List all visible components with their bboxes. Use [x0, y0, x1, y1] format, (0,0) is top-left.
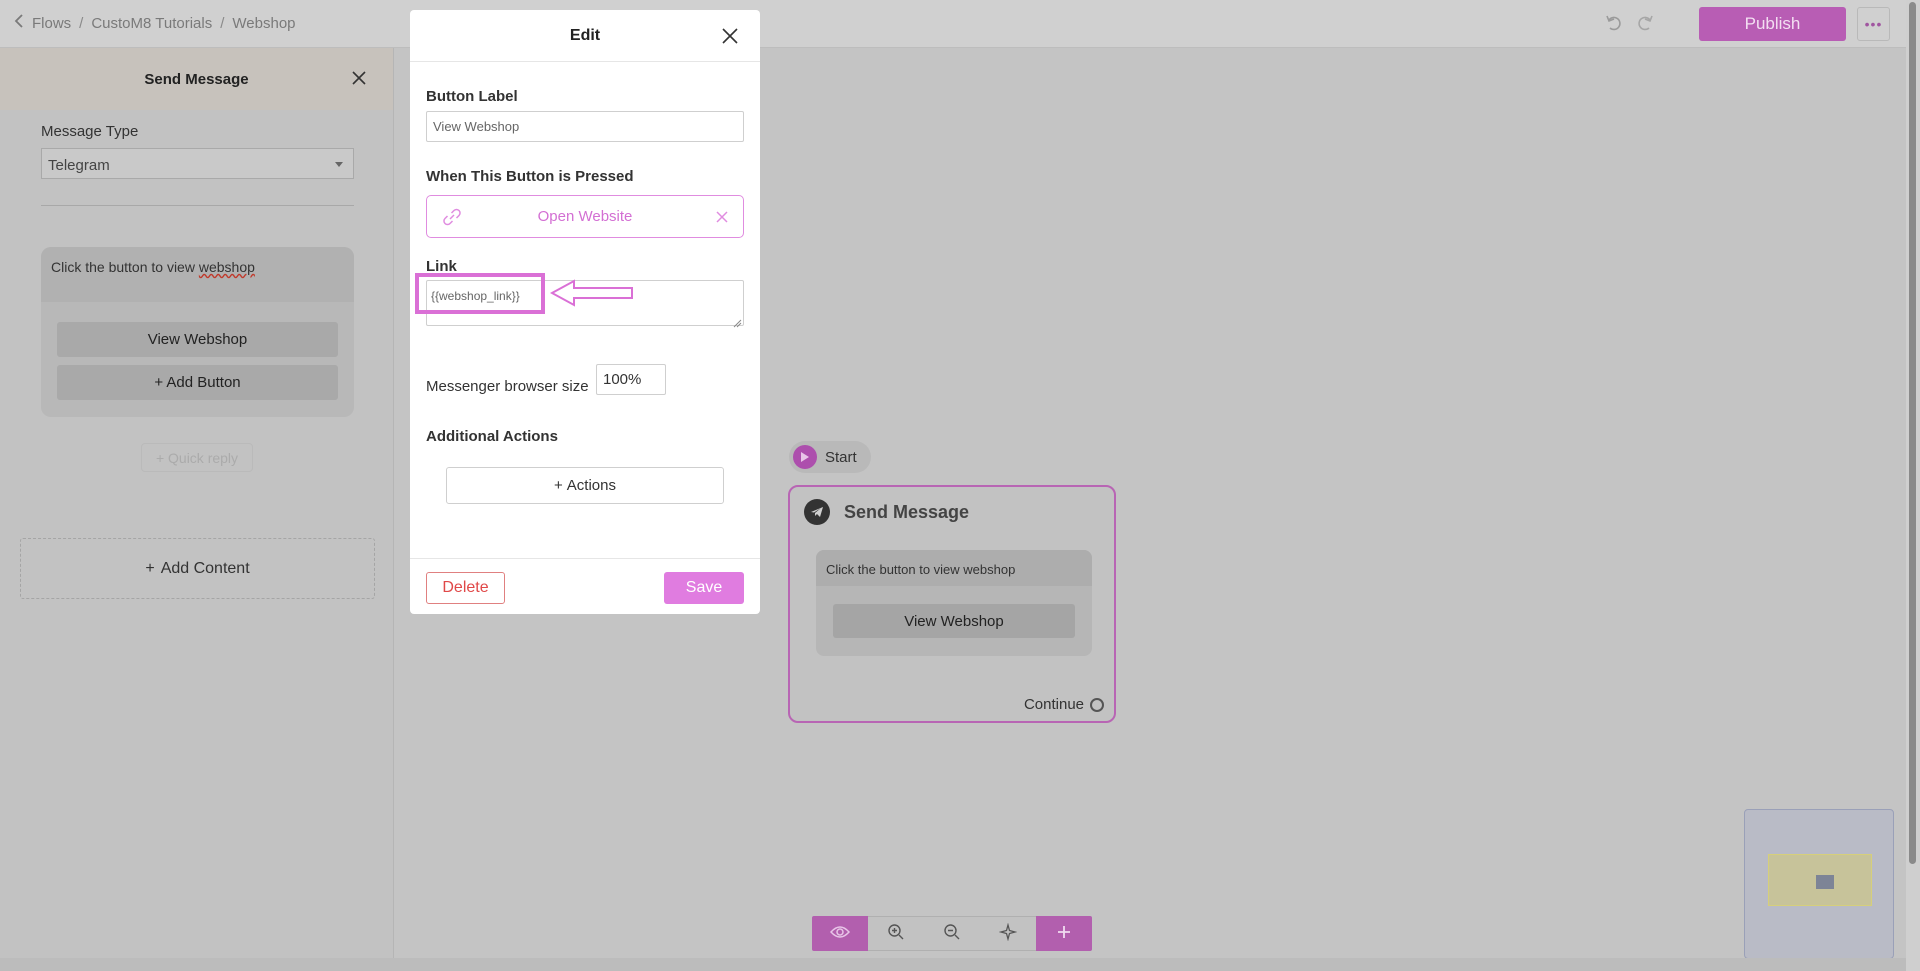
more-options-button[interactable]: ••• [1857, 7, 1890, 41]
button-label-heading: Button Label [426, 88, 518, 105]
browser-size-label: Messenger browser size [426, 378, 589, 395]
zoom-in-icon [887, 923, 905, 945]
button-label-input[interactable] [426, 111, 744, 142]
spellcheck-word: webshop [198, 259, 255, 275]
sparkle-icon [998, 922, 1018, 945]
add-content-label: Add Content [160, 559, 250, 577]
message-type-label: Message Type [41, 123, 139, 140]
top-bar: Flows / CustoM8 Tutorials / Webshop Publ… [0, 0, 1906, 48]
send-message-node[interactable]: Send Message Click the button to view we… [788, 485, 1116, 723]
continue-output[interactable]: Continue [1024, 696, 1104, 713]
panel-title: Send Message [144, 70, 249, 88]
node-message-text: Click the button to view webshop [816, 550, 1092, 586]
minimap-node [1816, 875, 1834, 889]
preview-button[interactable] [812, 916, 868, 951]
breadcrumb-folder[interactable]: CustoM8 Tutorials [91, 15, 212, 32]
start-label: Start [825, 448, 857, 466]
close-icon[interactable] [720, 26, 740, 46]
breadcrumb-separator: / [220, 14, 225, 32]
actions-label: Actions [566, 477, 616, 494]
node-header: Send Message [804, 499, 969, 525]
pressed-heading: When This Button is Pressed [426, 168, 634, 185]
add-content-button[interactable]: + Add Content [20, 538, 375, 599]
modal-footer: Delete Save [410, 558, 760, 614]
view-webshop-button[interactable]: View Webshop [57, 322, 338, 357]
undo-icon[interactable] [1603, 12, 1625, 34]
resize-handle-icon[interactable] [733, 315, 742, 328]
zoom-out-button[interactable] [924, 916, 980, 951]
zoom-out-icon [943, 923, 961, 945]
message-card: Click the button to view webshop View We… [41, 247, 354, 417]
delete-button[interactable]: Delete [426, 572, 505, 604]
modal-header: Edit [410, 10, 760, 62]
redo-icon[interactable] [1634, 12, 1656, 34]
message-text[interactable]: Click the button to view webshop [41, 247, 354, 302]
plus-icon [1056, 924, 1072, 944]
start-node[interactable]: Start [789, 441, 871, 473]
add-actions-button[interactable]: + Actions [446, 467, 724, 504]
open-website-action[interactable]: Open Website [426, 195, 744, 238]
message-type-select[interactable]: Telegram [41, 148, 354, 179]
action-label: Open Website [537, 208, 633, 225]
breadcrumb-current: Webshop [232, 14, 296, 32]
message-type-value: Telegram [48, 157, 110, 174]
link-icon [441, 207, 463, 231]
modal-title: Edit [569, 26, 601, 44]
additional-actions-heading: Additional Actions [426, 428, 558, 445]
message-text-prefix: Click the button to view [51, 259, 199, 275]
node-title: Send Message [844, 501, 970, 522]
output-port[interactable] [1090, 697, 1104, 712]
plus-icon: + [145, 559, 155, 577]
minimap[interactable] [1744, 809, 1894, 959]
telegram-icon [804, 499, 830, 525]
zoom-in-button[interactable] [868, 916, 924, 951]
breadcrumb: Flows / CustoM8 Tutorials / Webshop [14, 14, 296, 32]
scrollbar-thumb[interactable] [1909, 2, 1916, 864]
breadcrumb-flows[interactable]: Flows [32, 15, 71, 32]
close-icon[interactable] [349, 68, 369, 88]
panel-header: Send Message [0, 48, 393, 110]
publish-button[interactable]: Publish [1699, 7, 1846, 41]
minimap-viewport[interactable] [1768, 854, 1872, 906]
remove-action-icon[interactable] [715, 210, 729, 228]
play-icon [793, 445, 817, 469]
edit-button-modal: Edit Button Label When This Button is Pr… [410, 10, 760, 614]
quick-reply-button[interactable]: + Quick reply [141, 443, 253, 472]
caret-down-icon [335, 162, 343, 167]
divider [41, 205, 354, 206]
vertical-scrollbar[interactable] [1906, 0, 1920, 971]
eye-icon [829, 925, 851, 943]
arrow-annotation [549, 278, 640, 312]
node-message-card: Click the button to view webshop View We… [816, 550, 1092, 656]
breadcrumb-separator: / [79, 14, 84, 32]
chevron-left-icon[interactable] [14, 14, 24, 32]
add-node-button[interactable] [1036, 916, 1092, 951]
add-button[interactable]: + Add Button [57, 365, 338, 400]
continue-label: Continue [1023, 696, 1084, 713]
plus-icon: + [554, 477, 563, 494]
highlight-box [415, 273, 545, 314]
node-view-webshop-button[interactable]: View Webshop [833, 604, 1075, 638]
browser-size-input[interactable] [596, 364, 666, 395]
send-message-panel: Send Message Message Type Telegram Click… [0, 48, 394, 958]
save-button[interactable]: Save [664, 572, 744, 604]
auto-layout-button[interactable] [980, 916, 1036, 951]
canvas-controls [812, 916, 1092, 951]
bottom-strip [0, 958, 1906, 971]
